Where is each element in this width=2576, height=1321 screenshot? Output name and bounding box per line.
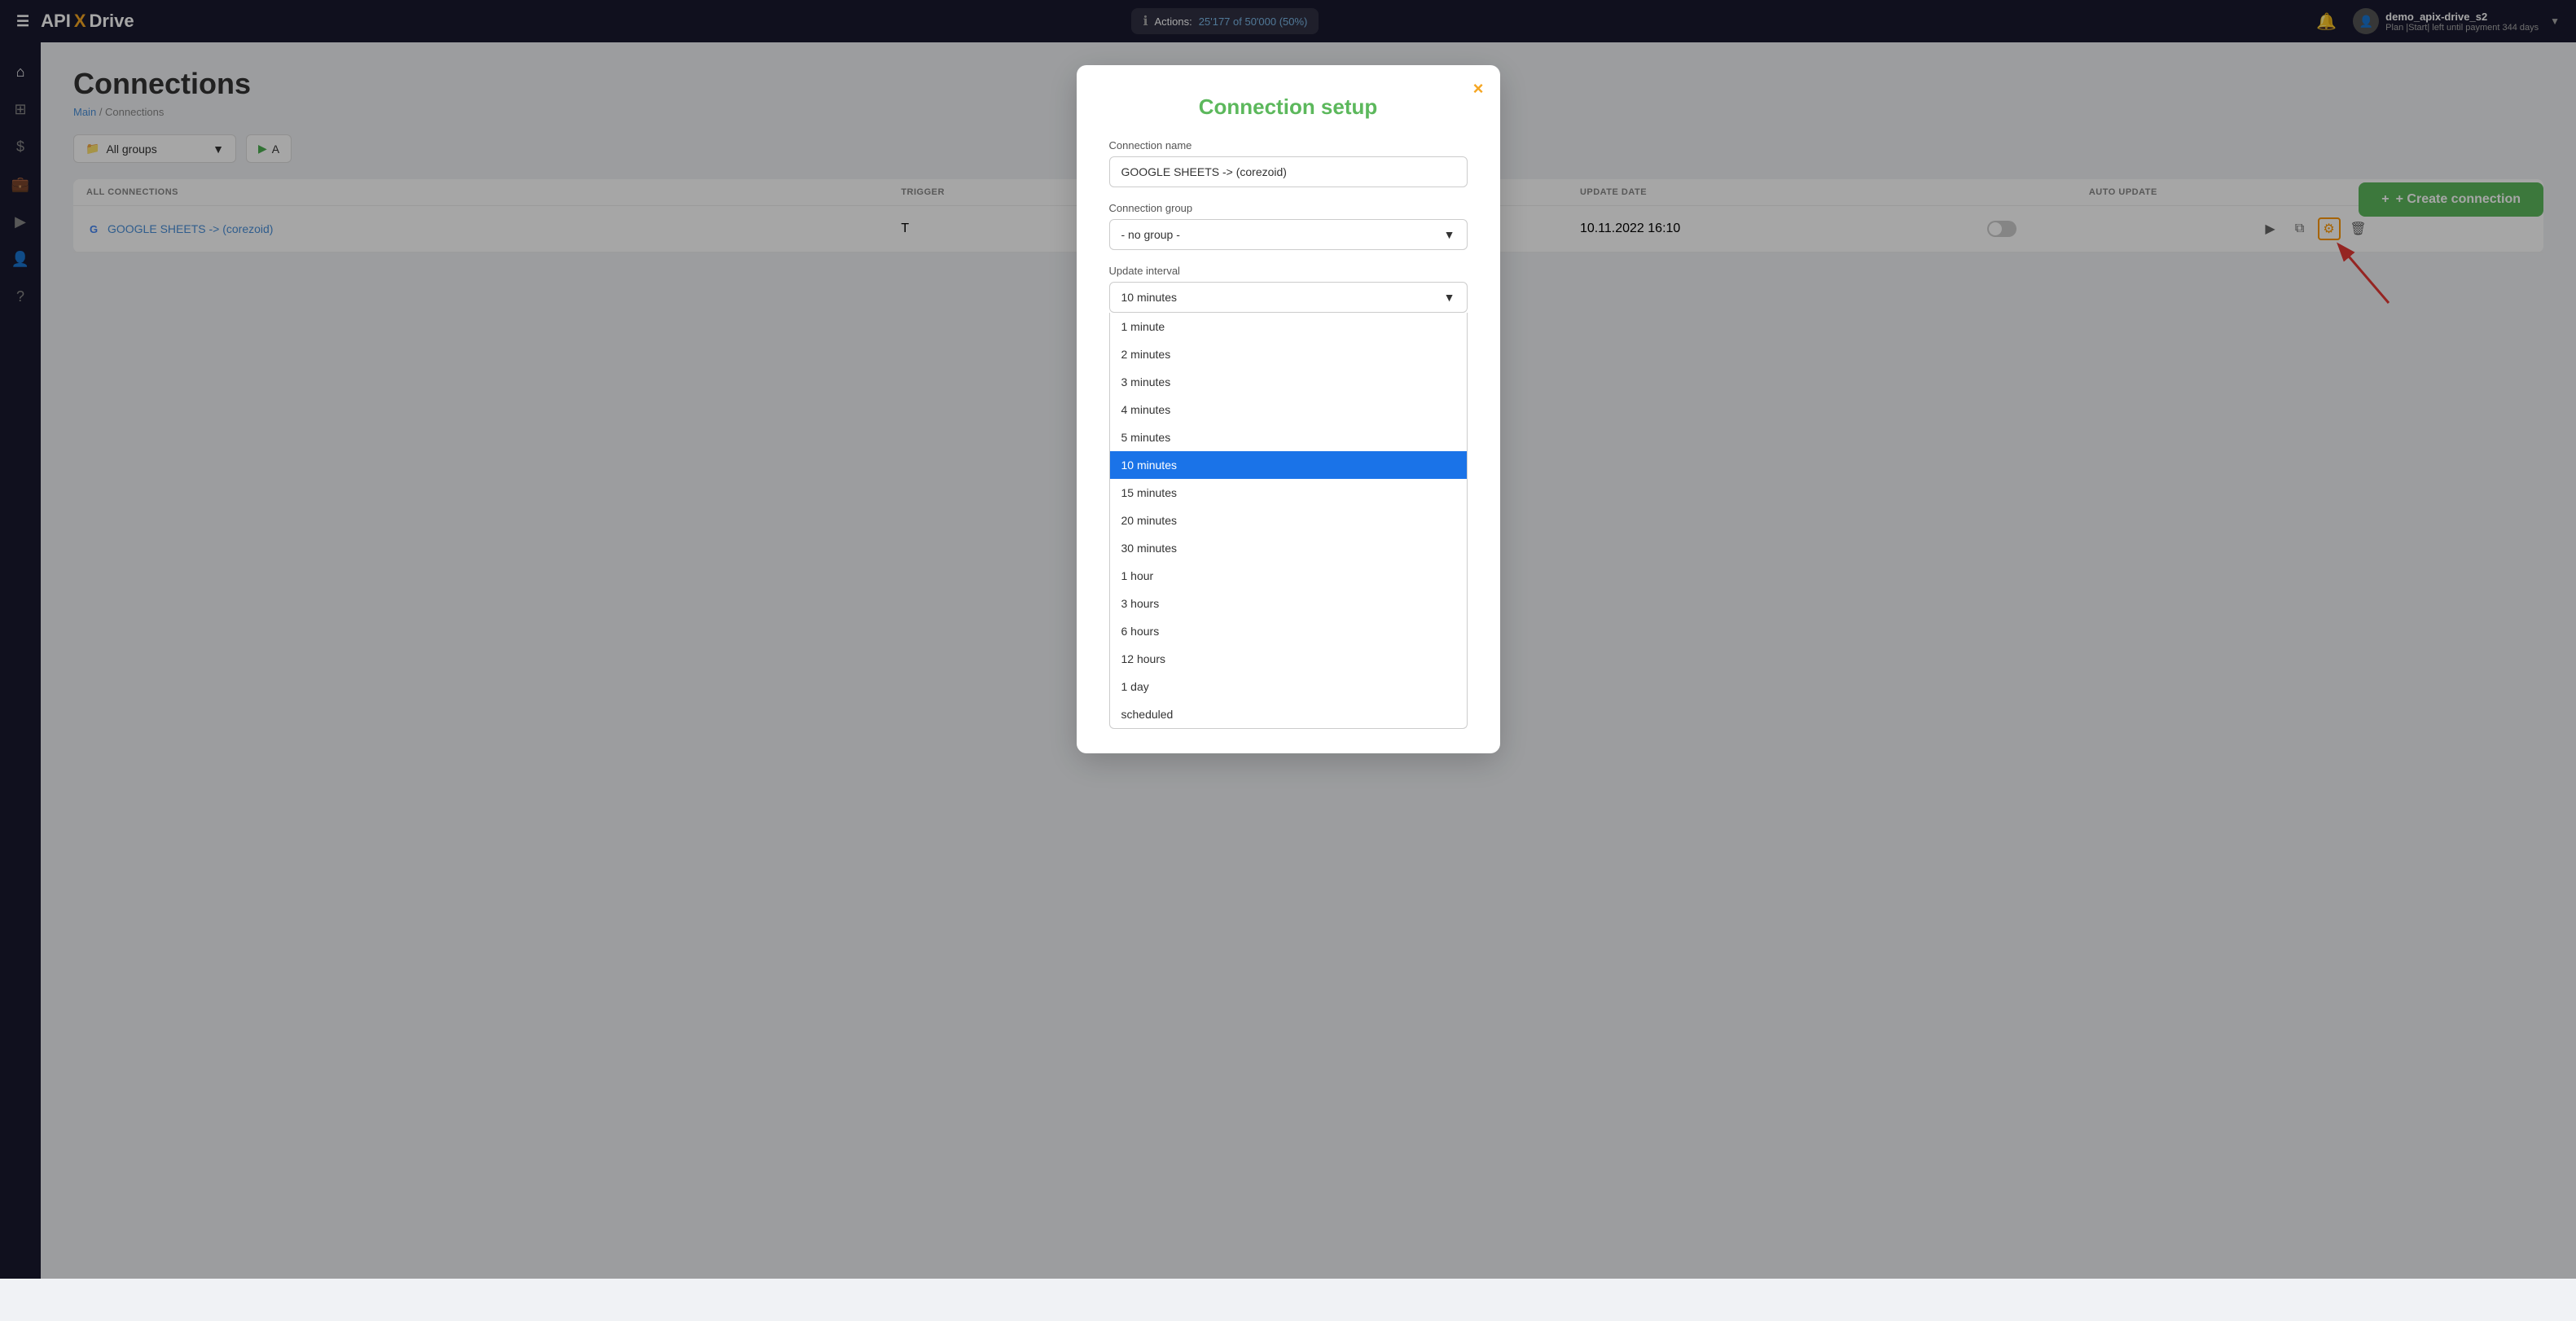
interval-option[interactable]: 3 hours bbox=[1110, 590, 1467, 617]
interval-option[interactable]: 2 minutes bbox=[1110, 340, 1467, 368]
interval-dropdown-chevron-icon: ▼ bbox=[1444, 291, 1455, 304]
interval-option[interactable]: 30 minutes bbox=[1110, 534, 1467, 562]
interval-option[interactable]: 1 minute bbox=[1110, 313, 1467, 340]
interval-option[interactable]: 5 minutes bbox=[1110, 424, 1467, 451]
interval-option[interactable]: 4 minutes bbox=[1110, 396, 1467, 424]
interval-option[interactable]: 3 minutes bbox=[1110, 368, 1467, 396]
group-dropdown-chevron-icon: ▼ bbox=[1444, 228, 1455, 241]
connection-group-label: Connection group bbox=[1109, 202, 1468, 214]
connection-setup-modal: × Connection setup Connection name Conne… bbox=[1077, 65, 1500, 753]
modal-overlay[interactable]: × Connection setup Connection name Conne… bbox=[0, 0, 2576, 1279]
interval-option[interactable]: 10 minutes bbox=[1110, 451, 1467, 479]
connection-group-value: - no group - bbox=[1121, 228, 1180, 241]
modal-close-button[interactable]: × bbox=[1473, 78, 1484, 99]
update-interval-label: Update interval bbox=[1109, 265, 1468, 277]
update-interval-value: 10 minutes bbox=[1121, 291, 1177, 304]
connection-name-input[interactable] bbox=[1109, 156, 1468, 187]
interval-option[interactable]: scheduled bbox=[1110, 700, 1467, 728]
connection-group-select[interactable]: - no group - ▼ bbox=[1109, 219, 1468, 250]
interval-option[interactable]: 12 hours bbox=[1110, 645, 1467, 673]
interval-option[interactable]: 15 minutes bbox=[1110, 479, 1467, 507]
interval-option[interactable]: 1 day bbox=[1110, 673, 1467, 700]
modal-title: Connection setup bbox=[1109, 94, 1468, 120]
connection-name-label: Connection name bbox=[1109, 139, 1468, 151]
interval-dropdown-list: 1 minute2 minutes3 minutes4 minutes5 min… bbox=[1109, 313, 1468, 729]
interval-option[interactable]: 1 hour bbox=[1110, 562, 1467, 590]
interval-option[interactable]: 6 hours bbox=[1110, 617, 1467, 645]
update-interval-select[interactable]: 10 minutes ▼ bbox=[1109, 282, 1468, 313]
interval-option[interactable]: 20 minutes bbox=[1110, 507, 1467, 534]
